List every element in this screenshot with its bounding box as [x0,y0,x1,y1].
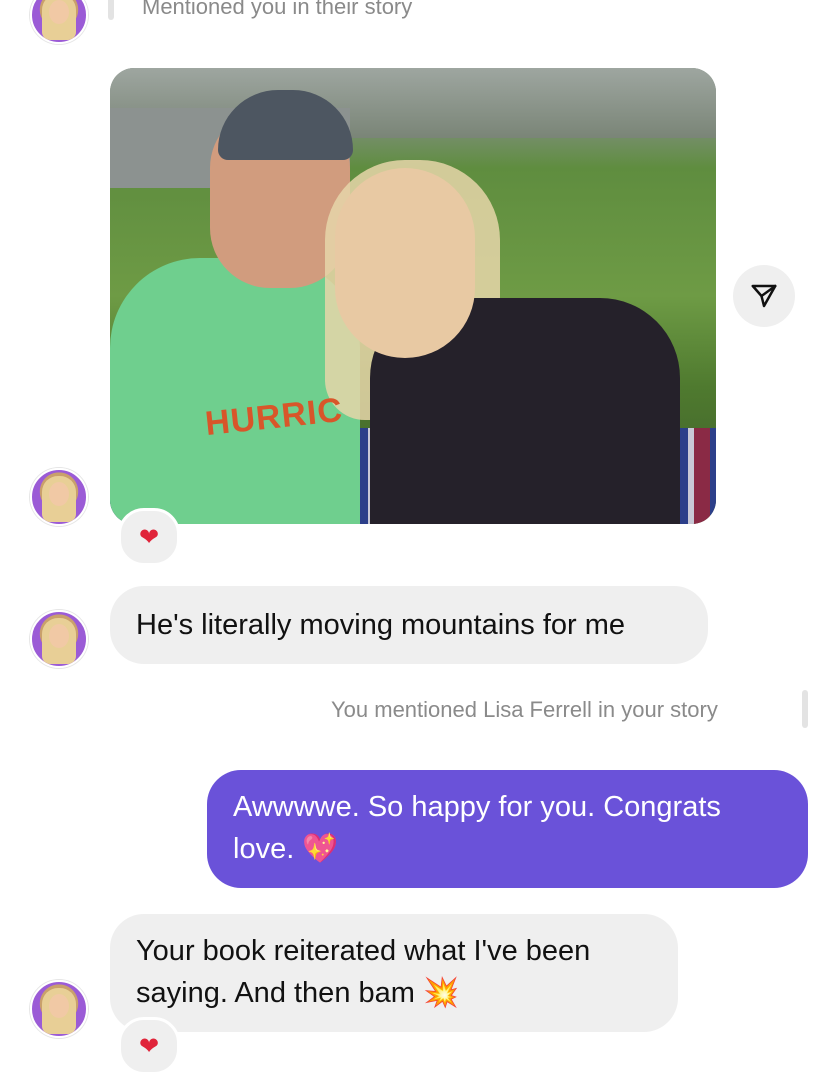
avatar[interactable] [30,468,88,526]
outgoing-message[interactable]: Awwwwe. So happy for you. Congrats love.… [207,770,808,888]
incoming-message[interactable]: He's literally moving mountains for me [110,586,708,664]
mention-bar [802,690,808,728]
heart-icon: ❤ [138,523,160,551]
mention-meta: You mentioned Lisa Ferrell in your story [331,697,718,723]
mention-bar [108,0,114,20]
photo-reaction[interactable]: ❤ [118,508,180,566]
send-plane-icon [751,284,777,308]
story-photo[interactable]: HURRIC [110,68,716,524]
avatar[interactable] [30,0,88,44]
man-shirt [110,258,360,524]
share-button[interactable] [733,265,795,327]
story-mention-text: Mentioned you in their story [142,0,413,19]
message-text: Your book reiterated what I've been sayi… [136,935,591,1009]
collision-emoji: 💥 [422,977,460,1009]
woman-head [335,168,475,358]
mention-meta-text: You mentioned Lisa Ferrell in your story [331,697,718,722]
sparkling-heart-emoji: 💖 [302,833,339,865]
avatar[interactable] [30,980,88,1038]
message-reaction[interactable]: ❤ [118,1017,180,1075]
heart-icon: ❤ [138,1032,160,1060]
message-text: He's literally moving mountains for me [136,609,626,641]
incoming-message[interactable]: Your book reiterated what I've been sayi… [110,914,678,1032]
avatar[interactable] [30,610,88,668]
